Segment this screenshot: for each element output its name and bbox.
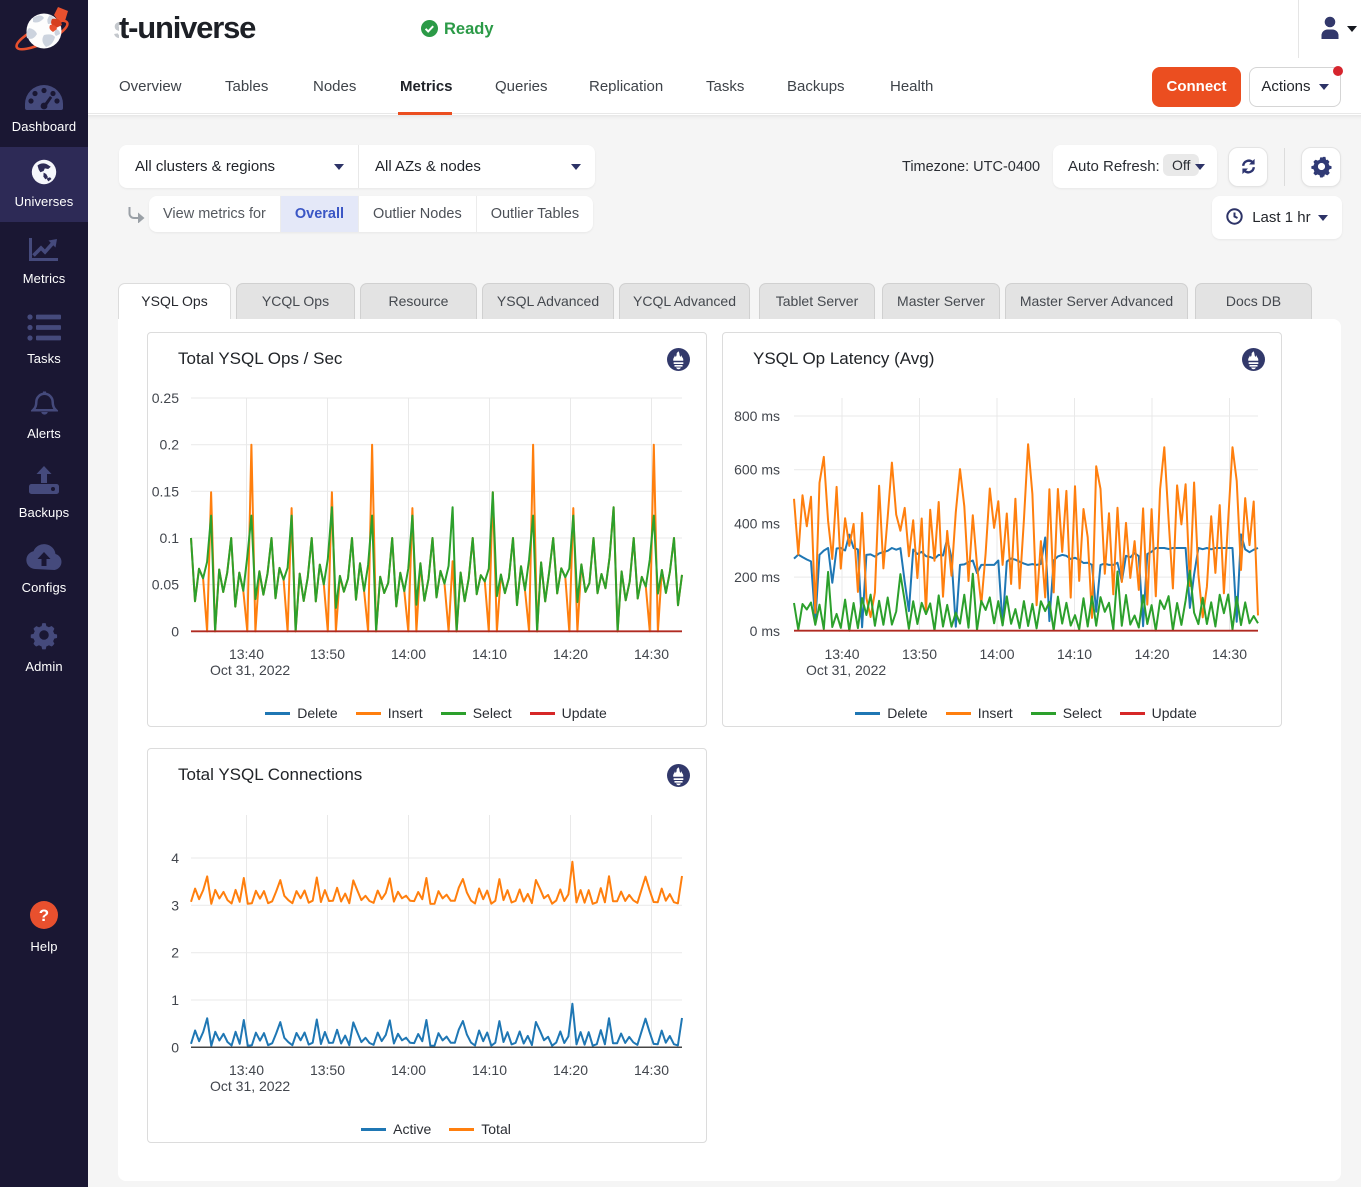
svg-text:14:00: 14:00 [391, 1062, 426, 1078]
svg-text:0: 0 [171, 1039, 179, 1055]
svg-text:800 ms: 800 ms [734, 408, 780, 424]
svg-text:14:10: 14:10 [472, 646, 507, 662]
svg-text:Oct 31, 2022: Oct 31, 2022 [210, 1078, 290, 1094]
svg-text:0.25: 0.25 [152, 390, 179, 406]
svg-text:14:20: 14:20 [553, 646, 588, 662]
svg-text:200 ms: 200 ms [734, 569, 780, 585]
svg-text:1: 1 [171, 992, 179, 1008]
svg-text:13:40: 13:40 [229, 1062, 264, 1078]
svg-text:14:20: 14:20 [1134, 646, 1169, 662]
svg-text:2: 2 [171, 945, 179, 961]
svg-text:14:20: 14:20 [553, 1062, 588, 1078]
svg-text:14:30: 14:30 [634, 1062, 669, 1078]
svg-text:Oct 31, 2022: Oct 31, 2022 [210, 662, 290, 678]
svg-text:600 ms: 600 ms [734, 462, 780, 478]
svg-text:13:50: 13:50 [310, 1062, 345, 1078]
svg-text:14:30: 14:30 [1212, 646, 1247, 662]
svg-text:14:30: 14:30 [634, 646, 669, 662]
svg-text:Oct 31, 2022: Oct 31, 2022 [806, 662, 886, 678]
svg-text:13:50: 13:50 [902, 646, 937, 662]
svg-text:0.05: 0.05 [152, 577, 179, 593]
svg-text:14:00: 14:00 [391, 646, 426, 662]
svg-text:14:10: 14:10 [472, 1062, 507, 1078]
svg-text:?: ? [39, 906, 49, 925]
svg-text:4: 4 [171, 850, 179, 866]
svg-text:0.1: 0.1 [160, 530, 180, 546]
svg-text:13:40: 13:40 [824, 646, 859, 662]
svg-text:14:00: 14:00 [979, 646, 1014, 662]
svg-text:0: 0 [171, 623, 179, 639]
svg-text:0 ms: 0 ms [750, 623, 780, 639]
svg-text:14:10: 14:10 [1057, 646, 1092, 662]
svg-text:13:50: 13:50 [310, 646, 345, 662]
svg-text:0.15: 0.15 [152, 483, 179, 499]
svg-text:0.2: 0.2 [160, 437, 180, 453]
svg-text:13:40: 13:40 [229, 646, 264, 662]
svg-text:400 ms: 400 ms [734, 515, 780, 531]
svg-text:3: 3 [171, 897, 179, 913]
